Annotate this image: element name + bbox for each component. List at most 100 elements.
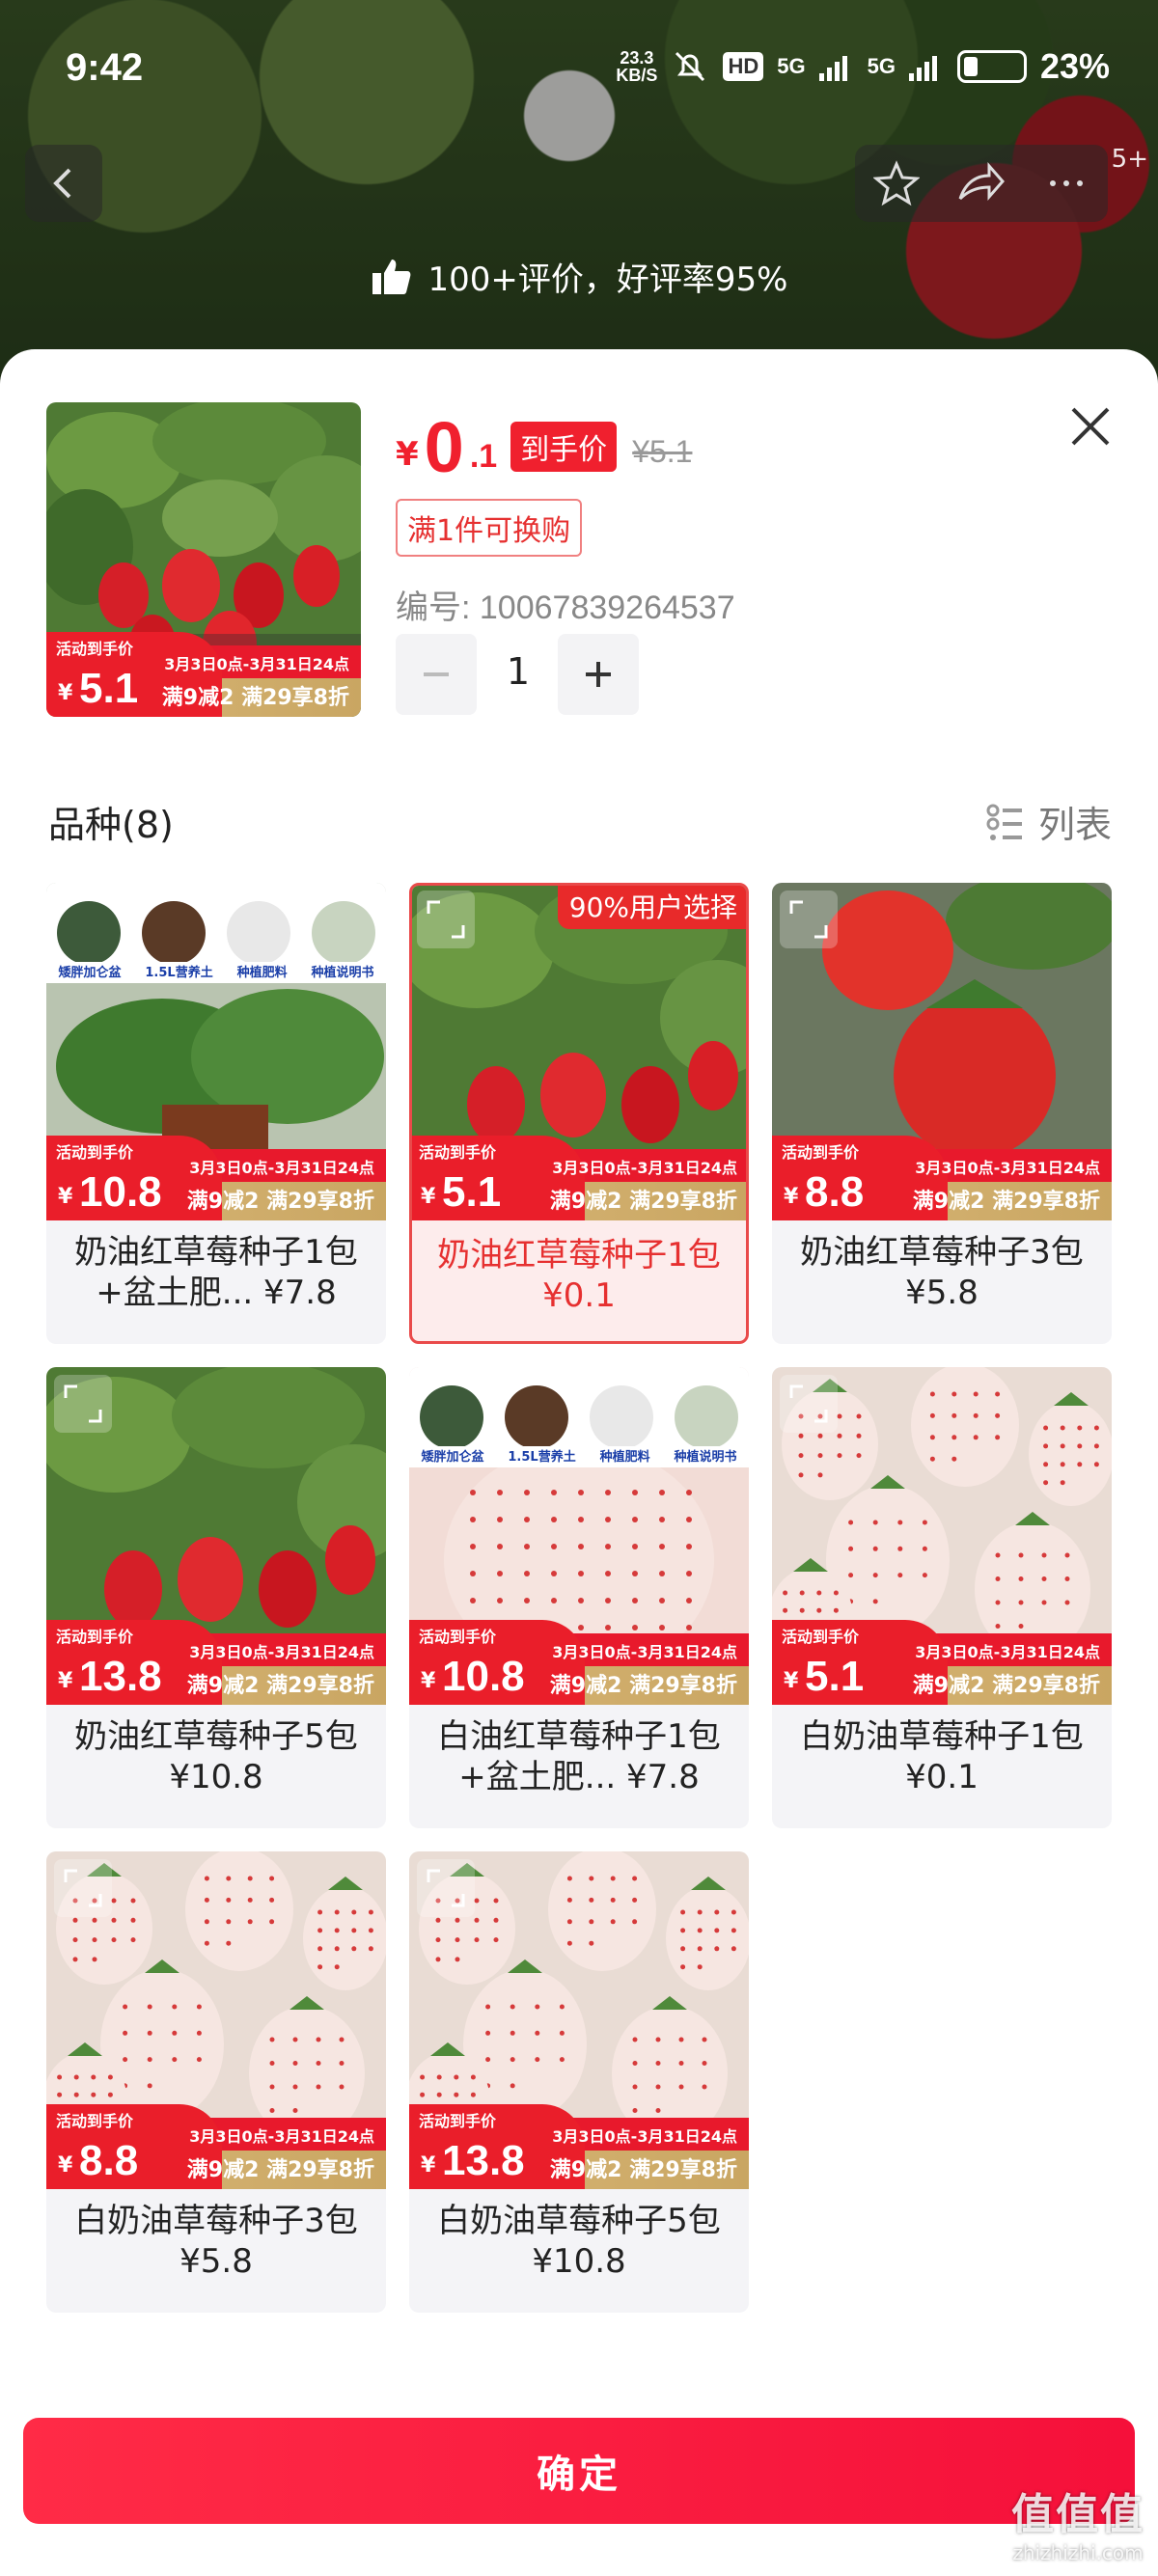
- confirm-button[interactable]: 确定: [23, 2418, 1135, 2524]
- promo-discount: 满9减2 满29享8折: [549, 1674, 737, 1698]
- mute-bell-icon: [676, 51, 705, 82]
- promo-yen: ¥: [421, 1669, 436, 1693]
- variant-card[interactable]: 活动到手价 ¥5.1 3月3日0点-3月31日24点 满9减2 满29享8折 90%用户…: [409, 883, 749, 1344]
- promo-discount: 满9减2 满29享8折: [186, 1674, 374, 1698]
- thumbs-up-icon: [372, 259, 410, 294]
- promo-label: 活动到手价: [419, 1143, 497, 1162]
- promo-yen: ¥: [421, 1185, 436, 1209]
- signal-bars-icon: [908, 56, 937, 81]
- variant-card[interactable]: 矮胖加仑盆 1.5L营养土 种植肥料 种植说明书 活动到手价 ¥10.8 3月3日0点-3月…: [409, 1367, 749, 1828]
- supply-item-image: [420, 1385, 483, 1449]
- promo-label: 活动到手价: [419, 2112, 497, 2130]
- variant-card[interactable]: 活动到手价 ¥13.8 3月3日0点-3月31日24点 满9减2 满29享8折 白奶油草…: [409, 1851, 749, 2313]
- supply-item-image: [57, 901, 121, 965]
- supply-label: 矮胖加仑盆: [421, 1450, 484, 1465]
- promo-strip: 活动到手价 ¥10.8 3月3日0点-3月31日24点 满9减2 满29享8折: [409, 1620, 749, 1705]
- promo-yen: ¥: [58, 1185, 73, 1209]
- promo-price: 5.1: [442, 1168, 502, 1216]
- variant-card[interactable]: 活动到手价 ¥13.8 3月3日0点-3月31日24点 满9减2 满29享8折 奶油红草…: [46, 1367, 386, 1828]
- expand-icon[interactable]: [780, 1375, 838, 1433]
- expand-icon[interactable]: [780, 891, 838, 948]
- variant-card[interactable]: 活动到手价 ¥8.8 3月3日0点-3月31日24点满9减2 满29享8折白奶油草莓…: [46, 1851, 386, 2313]
- expand-icon[interactable]: [54, 1859, 112, 1917]
- promo-label: 活动到手价: [56, 2112, 134, 2130]
- variant-card[interactable]: 矮胖加仑盆 1.5L营养土 种植肥料 种植说明书 活动到手价 ¥10.8 3月3日0点-3月…: [46, 883, 386, 1344]
- variant-image: 活动到手价 ¥5.1 3月3日0点-3月31日24点 满9减2 满29享8折: [412, 886, 746, 1220]
- promo-label: 活动到手价: [56, 1143, 134, 1162]
- rating-text: 100+评价，好评率95%: [427, 260, 788, 299]
- promo-discount: 满9减2 满29享8折: [186, 1190, 374, 1214]
- list-view-toggle[interactable]: 列表: [986, 795, 1112, 848]
- promo-date: 3月3日0点-3月31日24点: [552, 1643, 737, 1661]
- variant-name: 奶油红草莓种子1包+盆土肥... ¥7.8: [74, 1233, 358, 1312]
- promo-yen: ¥: [421, 2153, 436, 2178]
- sku-selector-sheet: 活动到手价 ¥ 5.1 3月3日0点-3月31日24点 满9减2 满29享8折 …: [0, 349, 1158, 2576]
- variants-title: 品种(8): [48, 804, 174, 846]
- final-price-tag: 到手价: [510, 422, 618, 472]
- promo-date: 3月3日0点-3月31日24点: [189, 1159, 374, 1177]
- supply-item-image: [505, 1385, 568, 1449]
- popular-choice-badge: 90%用户选择: [557, 886, 746, 929]
- product-thumbnail[interactable]: 活动到手价 ¥ 5.1 3月3日0点-3月31日24点 满9减2 满29享8折: [46, 402, 361, 717]
- exchange-tag: 满1件可换购: [396, 499, 583, 557]
- promo-label: 活动到手价: [782, 1143, 860, 1162]
- quantity-value[interactable]: 1: [484, 650, 552, 693]
- promo-strip: 活动到手价 ¥8.8 3月3日0点-3月31日24点满9减2 满29享8折: [46, 2104, 386, 2189]
- supply-item-image: [142, 901, 206, 965]
- net-speed: 23.3 KB/S: [616, 48, 658, 85]
- variant-name: 白奶油草莓种子3包 ¥5.8: [74, 2202, 358, 2281]
- supply-item-image: [675, 1385, 738, 1449]
- promo-price: 8.8: [79, 2137, 139, 2184]
- promo-date: 3月3日0点-3月31日24点: [189, 1643, 374, 1661]
- hd-badge: HD: [723, 52, 764, 81]
- promo-price: 10.8: [442, 1653, 525, 1700]
- plus-icon: [586, 662, 611, 687]
- promo-price: 13.8: [79, 1653, 162, 1700]
- share-icon[interactable]: [956, 160, 1006, 206]
- variant-image: 活动到手价 ¥8.8 3月3日0点-3月31日24点 满9减2 满29享8折: [772, 883, 1112, 1220]
- supply-label: 种植说明书: [311, 966, 374, 980]
- variant-card[interactable]: 活动到手价 ¥8.8 3月3日0点-3月31日24点 满9减2 满29享8折 奶油红草莓…: [772, 883, 1112, 1344]
- supply-label: 1.5L营养土: [145, 966, 213, 980]
- promo-price: 5.1: [805, 1653, 865, 1700]
- promo-yen: ¥: [58, 2153, 73, 2178]
- promo-yen: ¥: [784, 1669, 799, 1693]
- back-button[interactable]: [25, 145, 102, 222]
- expand-icon[interactable]: [54, 1375, 112, 1433]
- signal-bars-icon: [818, 56, 847, 81]
- promo-discount: 满9减2 满29享8折: [912, 1674, 1100, 1698]
- signal-5g-2: 5G: [867, 54, 896, 78]
- variant-image: 活动到手价 ¥5.1 3月3日0点-3月31日24点 满9减2 满29享8折: [772, 1367, 1112, 1705]
- variant-image: 活动到手价 ¥8.8 3月3日0点-3月31日24点满9减2 满29享8折: [46, 1851, 386, 2189]
- expand-icon[interactable]: [417, 1859, 475, 1917]
- promo-discount: 满9减2 满29享8折: [186, 2158, 374, 2182]
- promo-strip: 活动到手价 ¥10.8 3月3日0点-3月31日24点 满9减2 满29享8折: [46, 1136, 386, 1220]
- quantity-increase-button[interactable]: [558, 634, 639, 715]
- variant-image: 活动到手价 ¥13.8 3月3日0点-3月31日24点 满9减2 满29享8折: [409, 1851, 749, 2189]
- promo-price: 8.8: [805, 1168, 865, 1216]
- promo-date: 3月3日0点-3月31日24点: [915, 1643, 1100, 1661]
- promo-label: 活动到手价: [56, 1628, 134, 1646]
- supply-item-image: [312, 901, 375, 965]
- star-icon[interactable]: [873, 160, 920, 206]
- list-view-label: 列表: [1037, 804, 1112, 846]
- notification-count: 5+: [1111, 145, 1148, 174]
- bundle-supplies-labels: 矮胖加仑盆 1.5L营养土 种植肥料 种植说明书: [46, 962, 386, 983]
- original-price: ¥5.1: [632, 434, 693, 469]
- variant-card[interactable]: 活动到手价 ¥5.1 3月3日0点-3月31日24点 满9减2 满29享8折 白奶油草莓…: [772, 1367, 1112, 1828]
- promo-strip: 活动到手价 ¥13.8 3月3日0点-3月31日24点 满9减2 满29享8折: [46, 1620, 386, 1705]
- promo-date: 3月3日0点-3月31日24点: [915, 1159, 1100, 1177]
- promo-date: 3月3日0点-3月31日24点: [189, 2127, 374, 2146]
- more-icon[interactable]: [1043, 160, 1089, 206]
- promo-yen: ¥: [784, 1185, 799, 1209]
- promo-strip: 活动到手价 ¥13.8 3月3日0点-3月31日24点 满9减2 满29享8折: [409, 2104, 749, 2189]
- promo-discount: 满9减2 满29享8折: [549, 1190, 737, 1214]
- quantity-decrease-button[interactable]: [396, 634, 477, 715]
- promo-strip: 活动到手价 ¥8.8 3月3日0点-3月31日24点 满9减2 满29享8折: [772, 1136, 1112, 1220]
- promo-discount: 满9减2 满29享8折: [549, 2158, 737, 2182]
- variant-image: 矮胖加仑盆 1.5L营养土 种植肥料 种植说明书 活动到手价 ¥10.8 3月3日0点-3月…: [409, 1367, 749, 1705]
- rating-summary: 100+评价，好评率95%: [0, 253, 1158, 300]
- expand-icon[interactable]: [417, 891, 475, 948]
- price-row: ¥ 0 .1 到手价 ¥5.1: [396, 412, 692, 483]
- close-icon[interactable]: [1062, 397, 1119, 455]
